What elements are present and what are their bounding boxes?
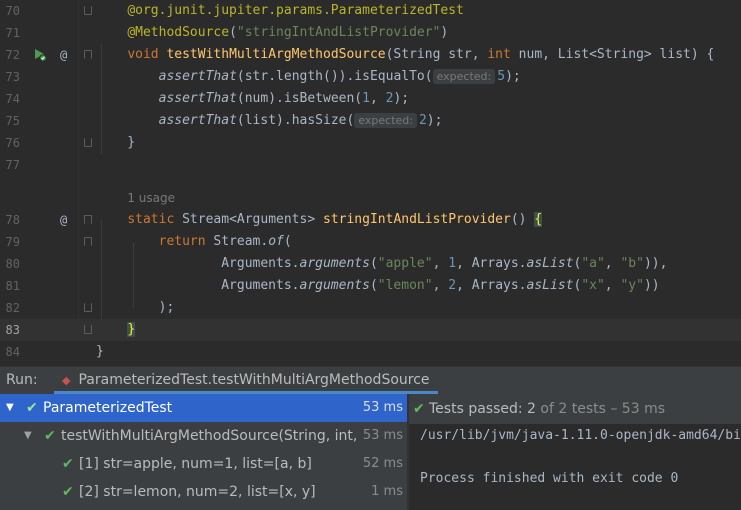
code-text: @MethodSource("stringIntAndListProvider"… <box>127 25 449 40</box>
code-text: static Stream<Arguments> stringIntAndLis… <box>127 212 543 227</box>
tree-node-invocation[interactable]: ✔ [2] str=lemon, num=2, list=[x, y] 1 ms <box>0 478 407 506</box>
line-number: 76 <box>5 136 20 150</box>
code-line[interactable]: 71 @MethodSource("stringIntAndListProvid… <box>0 22 741 44</box>
fold-marker-icon[interactable] <box>84 237 92 246</box>
usage-hint-line[interactable]: 1 usage <box>0 187 741 209</box>
tree-node-label: [1] str=apple, num=1, list=[a, b] <box>79 456 312 472</box>
line-number: 74 <box>5 92 20 106</box>
code-line[interactable]: 81 Arguments.arguments("lemon", 2, Array… <box>0 275 741 297</box>
tree-node-invocation[interactable]: ✔ [1] str=apple, num=1, list=[a, b] 52 m… <box>0 450 407 478</box>
fold-marker-icon[interactable] <box>84 6 92 15</box>
code-text: ); <box>96 300 175 315</box>
tests-passed-summary: Tests passed: 2 of 2 tests – 53 ms <box>429 401 665 417</box>
test-duration: 1 ms <box>371 484 403 499</box>
code-text: } <box>96 135 136 150</box>
test-duration: 52 ms <box>362 456 403 471</box>
code-line[interactable]: 84 } <box>0 341 741 363</box>
code-line[interactable]: 77 <box>0 154 741 176</box>
run-label: Run: <box>6 372 38 388</box>
code-text: Arguments.arguments("apple", 1, Arrays.a… <box>96 256 668 271</box>
override-annotation-icon[interactable]: @ <box>60 209 67 231</box>
run-toolwindow-header: Run: ◆ ParameterizedTest.testWithMultiArg… <box>0 366 741 394</box>
tree-node-label: testWithMultiArgMethodSource(String, int… <box>61 428 357 444</box>
console-output[interactable]: ✔ Tests passed: 2 of 2 tests – 53 ms /us… <box>409 394 741 510</box>
line-number: 78 <box>5 213 20 227</box>
code-text: assertThat(str.length()).isEqualTo(expec… <box>158 69 521 84</box>
code-line[interactable]: 70 @org.junit.jupiter.params.Parameteriz… <box>0 0 741 22</box>
code-line[interactable]: 80 Arguments.arguments("apple", 1, Array… <box>0 253 741 275</box>
fold-marker-icon[interactable] <box>84 215 92 224</box>
code-text: assertThat(num).isBetween(1, 2); <box>158 91 410 106</box>
passed-check-icon: ✔ <box>62 484 74 500</box>
test-results-tree[interactable]: ▼ ✔ ParameterizedTest 53 ms ▼ ✔ testWith… <box>0 394 407 510</box>
run-test-icon[interactable] <box>33 48 47 62</box>
tree-node-class[interactable]: ▼ ✔ ParameterizedTest 53 ms <box>0 394 407 422</box>
run-config-tab[interactable]: ◆ ParameterizedTest.testWithMultiArgMetho… <box>54 367 438 394</box>
passed-check-icon: ✔ <box>62 456 74 472</box>
code-text: return Stream.of( <box>158 234 292 249</box>
code-line[interactable]: 72 @ void testWithMultiArgMethodSource(S… <box>0 44 741 66</box>
code-line[interactable]: 74 assertThat(num).isBetween(1, 2); <box>0 88 741 110</box>
tree-node-label: [2] str=lemon, num=2, list=[x, y] <box>79 484 316 500</box>
tree-node-label: ParameterizedTest <box>43 400 173 416</box>
line-number: 77 <box>5 158 20 172</box>
code-text: } <box>96 344 104 359</box>
test-duration: 53 ms <box>362 400 403 415</box>
fold-marker-icon[interactable] <box>84 50 92 59</box>
code-text: } <box>127 322 136 337</box>
code-text: assertThat(list).hasSize(expected: 2); <box>158 113 443 128</box>
line-number: 71 <box>5 26 20 40</box>
line-number: 81 <box>5 279 20 293</box>
code-text: Arguments.arguments("lemon", 2, Arrays.a… <box>96 278 660 293</box>
line-number: 83 <box>5 323 20 337</box>
code-line[interactable]: 73 assertThat(str.length()).isEqualTo(ex… <box>0 66 741 88</box>
fold-marker-icon[interactable] <box>84 303 92 312</box>
code-line[interactable]: 82 ); <box>0 297 741 319</box>
parameter-hint: expected: <box>354 113 417 128</box>
chevron-down-icon[interactable]: ▼ <box>24 422 32 450</box>
test-config-icon: ◆ <box>62 374 71 387</box>
line-number: 70 <box>5 4 20 18</box>
line-number: 84 <box>5 345 20 359</box>
code-text: @org.junit.jupiter.params.ParameterizedT… <box>127 3 464 18</box>
usages-hint[interactable]: 1 usage <box>96 187 175 210</box>
run-config-tab-label: ParameterizedTest.testWithMultiArgMethod… <box>78 372 430 388</box>
override-annotation-icon[interactable]: @ <box>60 44 67 66</box>
line-number: 82 <box>5 301 20 315</box>
console-command-line: /usr/lib/jvm/java-1.11.0-openjdk-amd64/b… <box>420 428 741 443</box>
test-duration: 53 ms <box>362 428 403 443</box>
fold-marker-icon[interactable] <box>84 325 92 334</box>
line-number: 79 <box>5 235 20 249</box>
chevron-down-icon[interactable]: ▼ <box>6 394 14 422</box>
code-line[interactable]: 75 assertThat(list).hasSize(expected: 2); <box>0 110 741 132</box>
passed-check-icon: ✔ <box>26 400 38 416</box>
fold-marker-icon[interactable] <box>84 138 92 147</box>
passed-check-icon: ✔ <box>413 401 425 417</box>
line-number: 73 <box>5 70 20 84</box>
code-editor[interactable]: 70 @org.junit.jupiter.params.Parameteriz… <box>0 0 741 366</box>
parameter-hint: expected: <box>432 69 496 84</box>
console-exit-line: Process finished with exit code 0 <box>420 471 679 486</box>
code-line[interactable]: 78 @ static Stream<Arguments> stringIntA… <box>0 209 741 231</box>
code-line[interactable]: 79 return Stream.of( <box>0 231 741 253</box>
code-line-current[interactable]: 83 } <box>0 319 741 341</box>
code-line[interactable]: 76 } <box>0 132 741 154</box>
test-status-bar: ✔ Tests passed: 2 of 2 tests – 53 ms <box>409 394 741 424</box>
line-number: 80 <box>5 257 20 271</box>
passed-check-icon: ✔ <box>44 428 56 444</box>
tree-node-method[interactable]: ▼ ✔ testWithMultiArgMethodSource(String,… <box>0 422 407 450</box>
line-number: 75 <box>5 114 20 128</box>
code-text: void testWithMultiArgMethodSource(String… <box>127 47 715 62</box>
line-number: 72 <box>5 48 20 62</box>
